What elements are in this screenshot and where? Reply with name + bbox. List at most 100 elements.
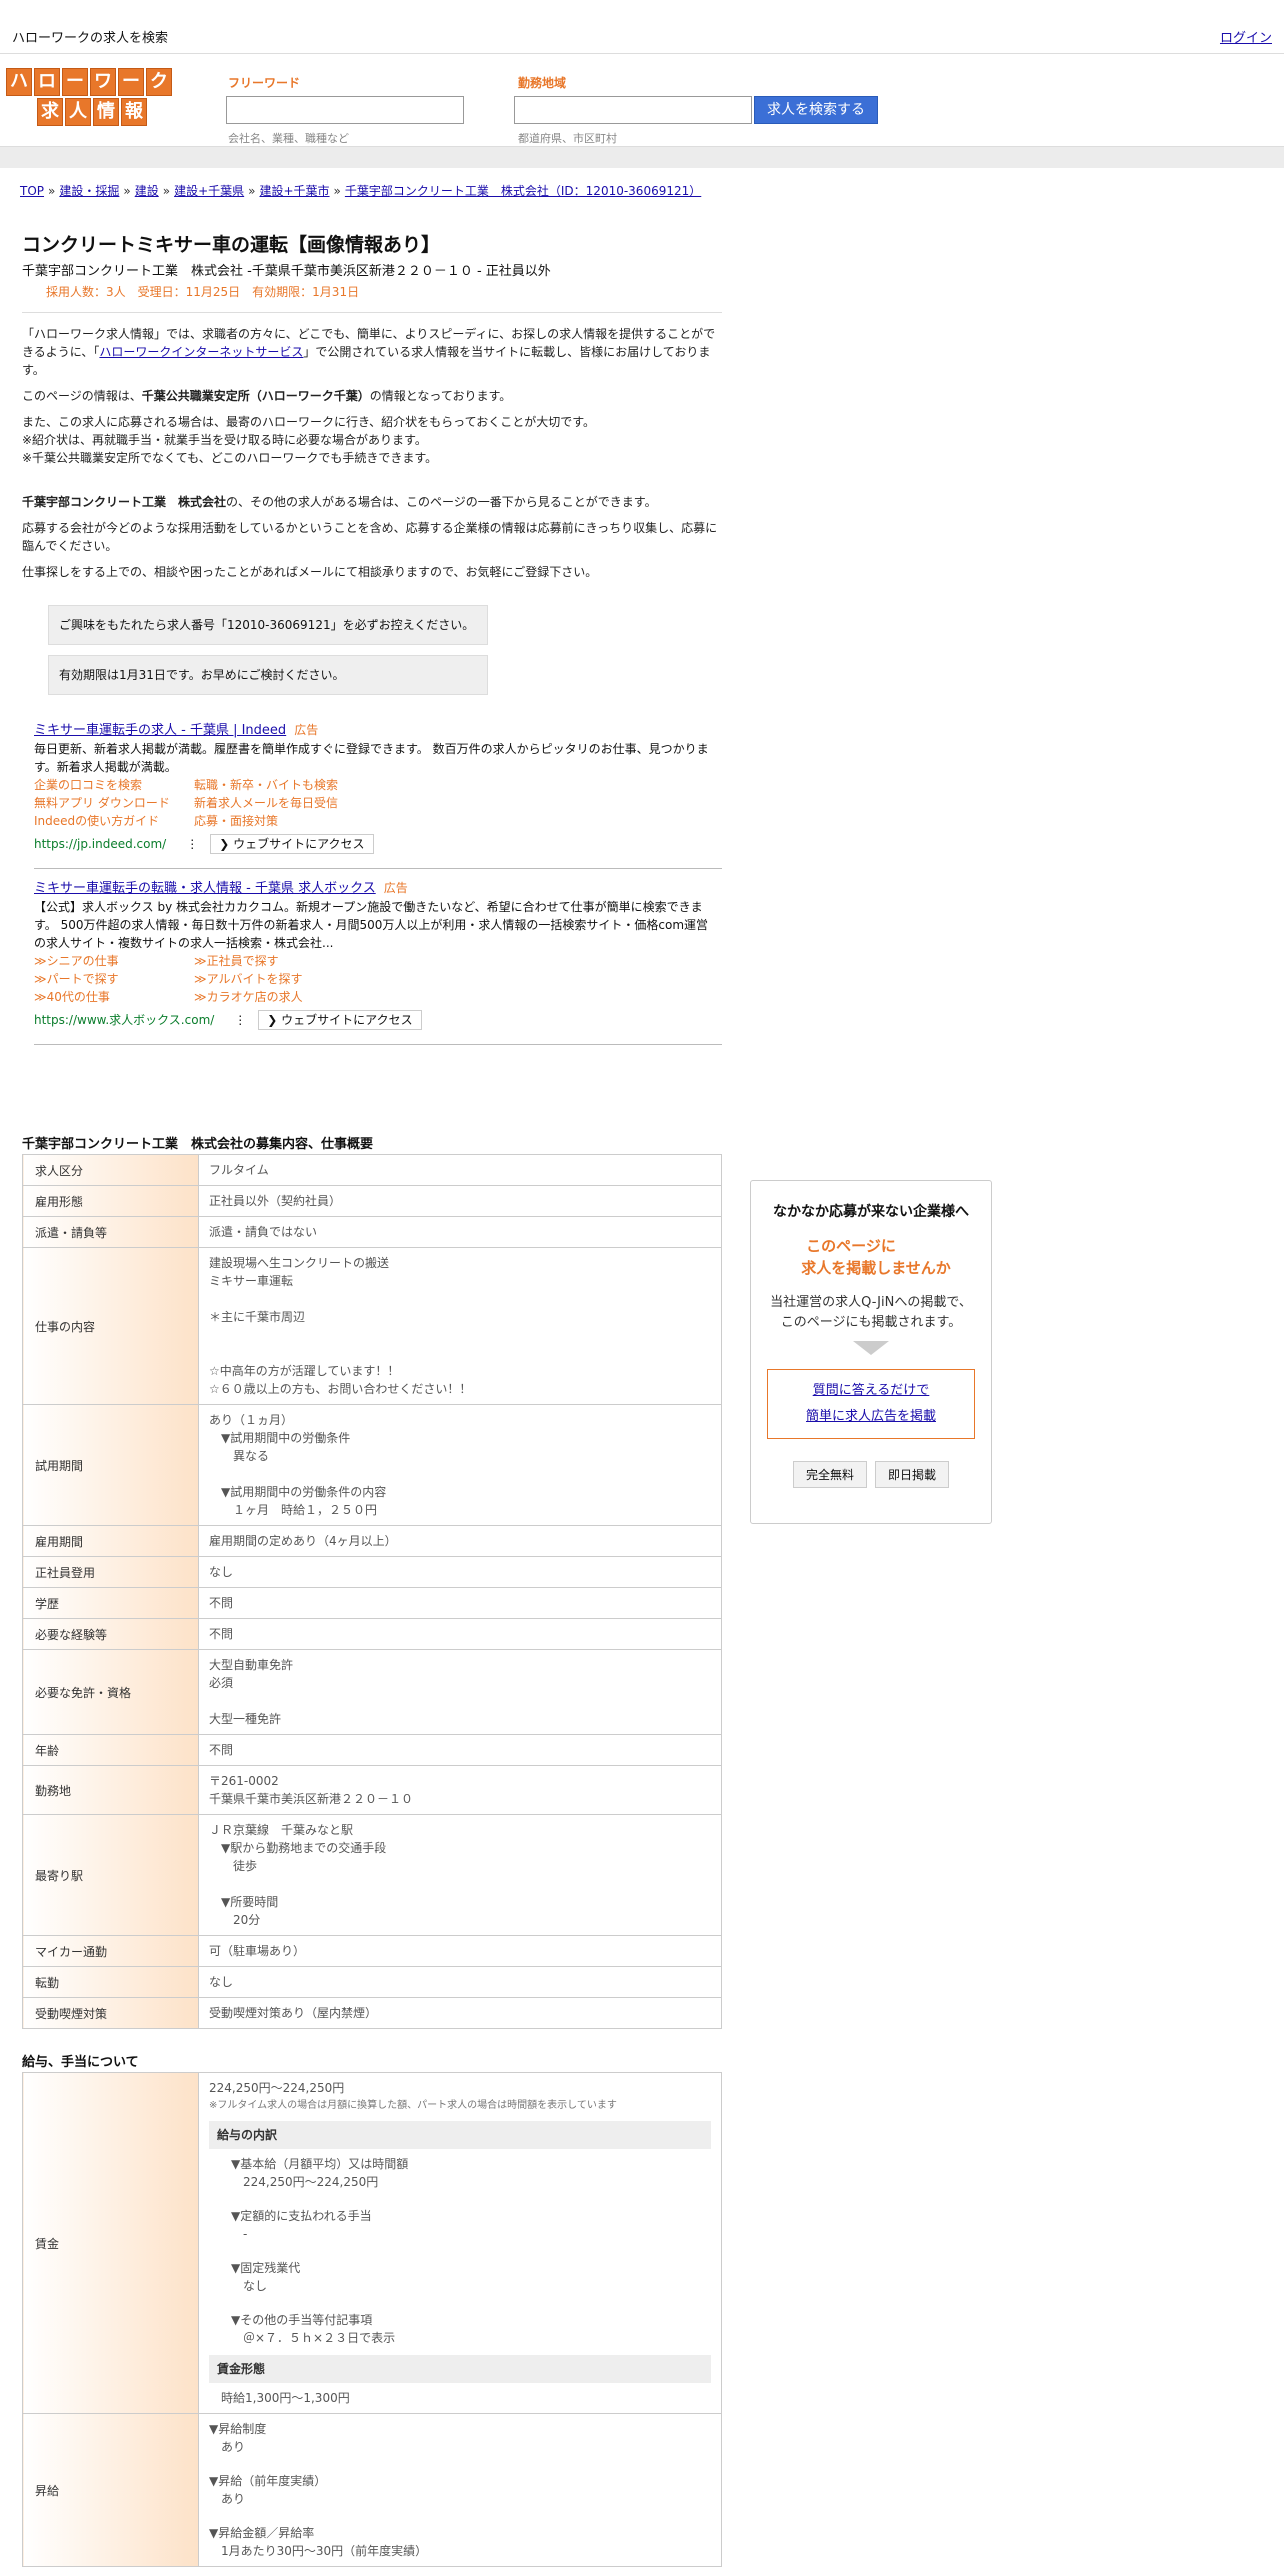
wage-form-heading: 賃金形態 <box>209 2355 711 2383</box>
ad-sitelink[interactable]: 無料アプリ ダウンロード <box>34 794 194 812</box>
site-title: ハローワークの求人を検索 <box>12 31 169 46</box>
visit-site-button[interactable]: ❯ ウェブサイトにアクセス <box>210 834 374 854</box>
row-value: 雇用期間の定めあり（4ヶ月以上） <box>198 1525 722 1557</box>
breadcrumb-separator: » <box>162 184 171 198</box>
advertise-sidebar: なかなか応募が来ない企業様へ このページに 求人を掲載しませんか 当社運営の求人Q… <box>750 1180 992 1524</box>
side-desc-2: このページにも掲載されます。 <box>780 1315 962 1330</box>
ad-sitelink[interactable]: 転職・新卒・バイトも検索 <box>194 776 354 794</box>
free-button[interactable]: 完全無料 <box>792 1461 867 1488</box>
ad-sitelink[interactable]: ≫カラオケ店の求人 <box>194 988 354 1006</box>
top-bar: ハローワークの求人を検索 ログイン <box>0 0 1284 54</box>
value-line: あり（１ヵ月） <box>209 1413 294 1427</box>
table-row: 勤務地 〒261-0002 千葉県千葉市美浜区新港２２０－１０ <box>22 1765 722 1815</box>
row-value: 不問 <box>198 1734 722 1766</box>
hellowork-internet-link[interactable]: ハローワークインターネットサービス <box>99 345 303 359</box>
row-key: 正社員登用 <box>22 1556 199 1588</box>
value-line: ▼試用期間中の労働条件 <box>209 1431 351 1445</box>
search-button[interactable]: 求人を検索する <box>754 96 878 124</box>
row-key: 転勤 <box>22 1966 199 1998</box>
value-line: 可（駐車場あり） <box>209 1944 306 1958</box>
value-line <box>209 1692 711 1710</box>
wage-note: ※フルタイム求人の場合は月額に換算した額、パート求人の場合は時間額を表示していま… <box>209 2100 617 2111</box>
breakdown-line: なし <box>231 2279 268 2293</box>
breakdown-line <box>231 2191 711 2207</box>
intro-p1: 「ハローワーク求人情報」では、求職者の方々に、どこでも、簡単に、よりスピーディに… <box>22 327 716 377</box>
row-value: 受動喫煙対策あり（屋内禁煙） <box>198 1997 722 2029</box>
value-line: ▼駅から勤務地までの交通手段 <box>209 1841 387 1855</box>
table-row: 受動喫煙対策 受動喫煙対策あり（屋内禁煙） <box>22 1997 722 2029</box>
table-row: 派遣・請負等 派遣・請負ではない <box>22 1216 722 1248</box>
table-row: 雇用形態 正社員以外（契約社員） <box>22 1185 722 1217</box>
raise-line: あり <box>209 2492 246 2506</box>
area-input[interactable] <box>514 96 752 124</box>
breadcrumb-separator: » <box>248 184 256 198</box>
breadcrumb-link[interactable]: 建設 <box>135 184 159 198</box>
ad-sitelink[interactable]: 新着求人メールを毎日受信 <box>194 794 354 812</box>
wage-breakdown: ▼基本給（月額平均）又は時間額 224,250円〜224,250円 ▼定額的に支払… <box>209 2155 711 2347</box>
logo-char: ー <box>62 68 88 96</box>
value-line: 千葉県千葉市美浜区新港２２０－１０ <box>209 1792 414 1806</box>
raise-line: あり <box>209 2440 246 2454</box>
login-link[interactable]: ログイン <box>1220 27 1272 46</box>
value-line: ☆６０歳以上の方も、お問い合わせください！！ <box>209 1382 472 1396</box>
ad-url[interactable]: https://www.求人ボックス.com/ <box>34 1013 214 1027</box>
job-subtitle: 千葉宇部コンクリート工業 株式会社 -千葉県千葉市美浜区新港２２０－１０ - 正… <box>22 264 551 279</box>
hellowork-logo[interactable]: ハローワーク 求人情報 <box>6 68 178 126</box>
breadcrumb-separator: » <box>123 184 131 198</box>
ad-sitelink[interactable]: 応募・面接対策 <box>194 812 354 830</box>
intro-p2: このページの情報は、千葉公共職業安定所（ハローワーク千葉）の情報となっております… <box>22 389 512 403</box>
table-row: 正社員登用 なし <box>22 1556 722 1588</box>
ad-title-link[interactable]: ミキサー車運転手の転職・求人情報 - 千葉県 求人ボックス <box>34 881 376 896</box>
visit-site-button[interactable]: ❯ ウェブサイトにアクセス <box>258 1010 422 1030</box>
free-word-input[interactable] <box>226 96 464 124</box>
row-value: あり（１ヵ月） ▼試用期間中の労働条件 異なる ▼試用期間中の労働条件の内容 １… <box>198 1404 722 1526</box>
ad-sitelink[interactable]: 企業の口コミを検索 <box>34 776 194 794</box>
row-value: なし <box>198 1966 722 1998</box>
value-line: 必須 <box>209 1676 234 1690</box>
breakdown-line: ▼固定残業代 <box>231 2261 301 2275</box>
breadcrumb-link[interactable]: TOP <box>20 184 44 198</box>
table-row: 賃金 224,250円〜224,250円 ※フルタイム求人の場合は月額に換算した… <box>22 2072 722 2414</box>
ad-url[interactable]: https://jp.indeed.com/ <box>34 837 166 851</box>
row-key: 必要な経験等 <box>22 1618 199 1650</box>
breakdown-line: ▼定額的に支払われる手当 <box>231 2209 372 2223</box>
side-link-box: 質問に答えるだけで 簡単に求人広告を掲載 <box>767 1369 975 1439</box>
breadcrumb-link[interactable]: 建設・採掘 <box>59 184 119 198</box>
same-day-button[interactable]: 即日掲載 <box>875 1461 950 1488</box>
raise-line: ▼昇給制度 <box>209 2422 267 2436</box>
breadcrumb-link[interactable]: 建設+千葉市 <box>259 184 329 198</box>
free-word-label: フリーワード <box>228 76 301 90</box>
intro-p6: 千葉宇部コンクリート工業 株式会社の、その他の求人がある場合は、このページの一番… <box>22 495 657 509</box>
ad-title-link[interactable]: ミキサー車運転手の求人 - 千葉県 | Indeed <box>34 723 286 738</box>
ad-sitelink[interactable]: Indeedの使い方ガイド <box>34 812 194 830</box>
ad-sitelink[interactable]: ≫シニアの仕事 <box>34 952 194 970</box>
more-options-icon[interactable]: ⋮ <box>186 837 198 851</box>
side-link-2[interactable]: 簡単に求人広告を掲載 <box>806 1409 936 1424</box>
row-key: 受動喫煙対策 <box>22 1997 199 2029</box>
wage-table: 賃金 224,250円〜224,250円 ※フルタイム求人の場合は月額に換算した… <box>22 2072 722 2567</box>
table-row: 試用期間 あり（１ヵ月） ▼試用期間中の労働条件 異なる ▼試用期間中の労働条件の… <box>22 1404 722 1526</box>
breakdown-line: ▼基本給（月額平均）又は時間額 <box>231 2157 409 2171</box>
breakdown-line: ▼その他の手当等付記事項 <box>231 2313 373 2327</box>
breadcrumb-separator: » <box>333 184 341 198</box>
side-heading: なかなか応募が来ない企業様へ <box>773 1204 969 1220</box>
row-value: 建設現場へ生コンクリートの搬送 ミキサー車運転 ＊主に千葉市周辺 ☆中高年の方が活躍し… <box>198 1247 722 1405</box>
ad-sitelink[interactable]: ≫アルバイトを探す <box>194 970 354 988</box>
ad-sitelink[interactable]: ≫正社員で探す <box>194 952 354 970</box>
value-line <box>209 1326 711 1344</box>
wage-range: 224,250円〜224,250円 <box>209 2081 345 2095</box>
side-link-1[interactable]: 質問に答えるだけで <box>813 1383 930 1398</box>
value-line: 異なる <box>209 1449 270 1463</box>
more-options-icon[interactable]: ⋮ <box>234 1013 246 1027</box>
value-line: 20分 <box>209 1913 261 1927</box>
raise-key: 昇給 <box>22 2413 199 2567</box>
row-value: 可（駐車場あり） <box>198 1935 722 1967</box>
value-line: 不問 <box>209 1596 234 1610</box>
ad-sitelink[interactable]: ≫パートで探す <box>34 970 194 988</box>
breadcrumb-link[interactable]: 千葉宇部コンクリート工業 株式会社（ID：12010-36069121） <box>345 184 701 198</box>
breadcrumb-link[interactable]: 建設+千葉県 <box>174 184 244 198</box>
value-line: ☆中高年の方が活躍しています！！ <box>209 1364 400 1378</box>
table-row: 最寄り駅 ＪＲ京葉線 千葉みなと駅 ▼駅から勤務地までの交通手段 徒歩 ▼所要時間… <box>22 1814 722 1936</box>
ad-sitelink[interactable]: ≫40代の仕事 <box>34 988 194 1006</box>
value-line: ▼試用期間中の労働条件の内容 <box>209 1485 387 1499</box>
